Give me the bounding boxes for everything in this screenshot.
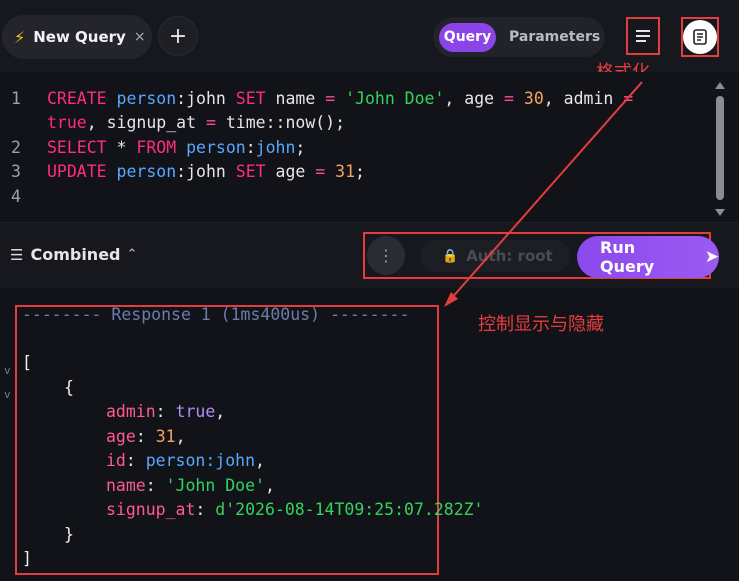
open-brace: { <box>64 378 74 397</box>
send-icon: ➤ <box>704 247 719 267</box>
more-options-button[interactable]: ⋮ <box>367 236 405 275</box>
close-icon[interactable]: × <box>134 29 146 45</box>
code-line: CREATE person:john SET name = 'John Doe'… <box>47 89 634 108</box>
chevron-updown-icon: ⌃ <box>126 247 138 262</box>
response-highlight <box>15 305 439 575</box>
view-label: Combined <box>30 245 121 264</box>
line-number: 4 <box>11 187 21 206</box>
query-tab[interactable]: ⚡ New Query × <box>2 15 152 59</box>
scroll-up-icon[interactable] <box>715 82 725 89</box>
fold-icon[interactable]: v <box>4 388 11 401</box>
format-button[interactable] <box>681 17 719 57</box>
close-bracket: ] <box>22 549 32 568</box>
field-row: id: person:john, <box>106 451 265 470</box>
code-line: true, signup_at = time::now(); <box>47 113 346 132</box>
results-toolbar: ☰ Combined ⌃ ⋮ 🔒 Auth: root Run Query ➤ <box>0 222 739 288</box>
response-panel: -------- Response 1 (1ms400us) -------- … <box>0 288 739 581</box>
query-mode-button[interactable]: Query <box>439 22 496 52</box>
app-root: ⚡ New Query × + Query Parameters 1 2 3 4… <box>0 0 739 581</box>
mode-switch: Query Parameters <box>433 17 605 57</box>
format-icon <box>683 20 717 54</box>
auth-label: Auth: root <box>466 247 553 265</box>
menu-icon <box>636 30 650 42</box>
code-line: SELECT * FROM person:john; <box>47 138 306 157</box>
auth-indicator[interactable]: 🔒 Auth: root <box>420 240 570 272</box>
toggle-annotation: 控制显示与隐藏 <box>478 314 604 335</box>
fold-icon[interactable]: v <box>4 364 11 377</box>
tab-title: New Query <box>33 28 126 46</box>
field-row: age: 31, <box>106 427 186 446</box>
field-row: admin: true, <box>106 402 226 421</box>
run-query-label: Run Query <box>600 238 655 276</box>
close-brace: } <box>64 525 74 544</box>
line-number: 3 <box>11 162 21 181</box>
toggle-panel-button[interactable] <box>626 17 660 55</box>
view-selector[interactable]: ☰ Combined ⌃ <box>10 245 137 264</box>
list-icon: ☰ <box>10 245 24 264</box>
field-row: signup_at: d'2026-08-14T09:25:07.282Z' <box>106 500 484 519</box>
scroll-down-icon[interactable] <box>715 209 725 216</box>
parameters-mode-button[interactable]: Parameters <box>509 29 600 45</box>
run-query-button[interactable]: Run Query ➤ <box>577 236 719 278</box>
line-number: 1 <box>11 89 21 108</box>
lightning-icon: ⚡ <box>14 27 26 47</box>
response-header: -------- Response 1 (1ms400us) -------- <box>22 305 410 324</box>
lock-icon: 🔒 <box>442 248 459 264</box>
line-number: 2 <box>11 138 21 157</box>
add-tab-button[interactable]: + <box>158 16 198 56</box>
editor-scrollbar[interactable] <box>713 78 727 218</box>
query-editor[interactable]: 1 2 3 4 CREATE person:john SET name = 'J… <box>0 72 739 222</box>
field-row: name: 'John Doe', <box>106 476 275 495</box>
actions-group: ⋮ 🔒 Auth: root Run Query ➤ <box>363 232 719 279</box>
open-bracket: [ <box>22 353 32 372</box>
scroll-thumb[interactable] <box>716 96 724 200</box>
code-line: UPDATE person:john SET age = 31; <box>47 162 365 181</box>
